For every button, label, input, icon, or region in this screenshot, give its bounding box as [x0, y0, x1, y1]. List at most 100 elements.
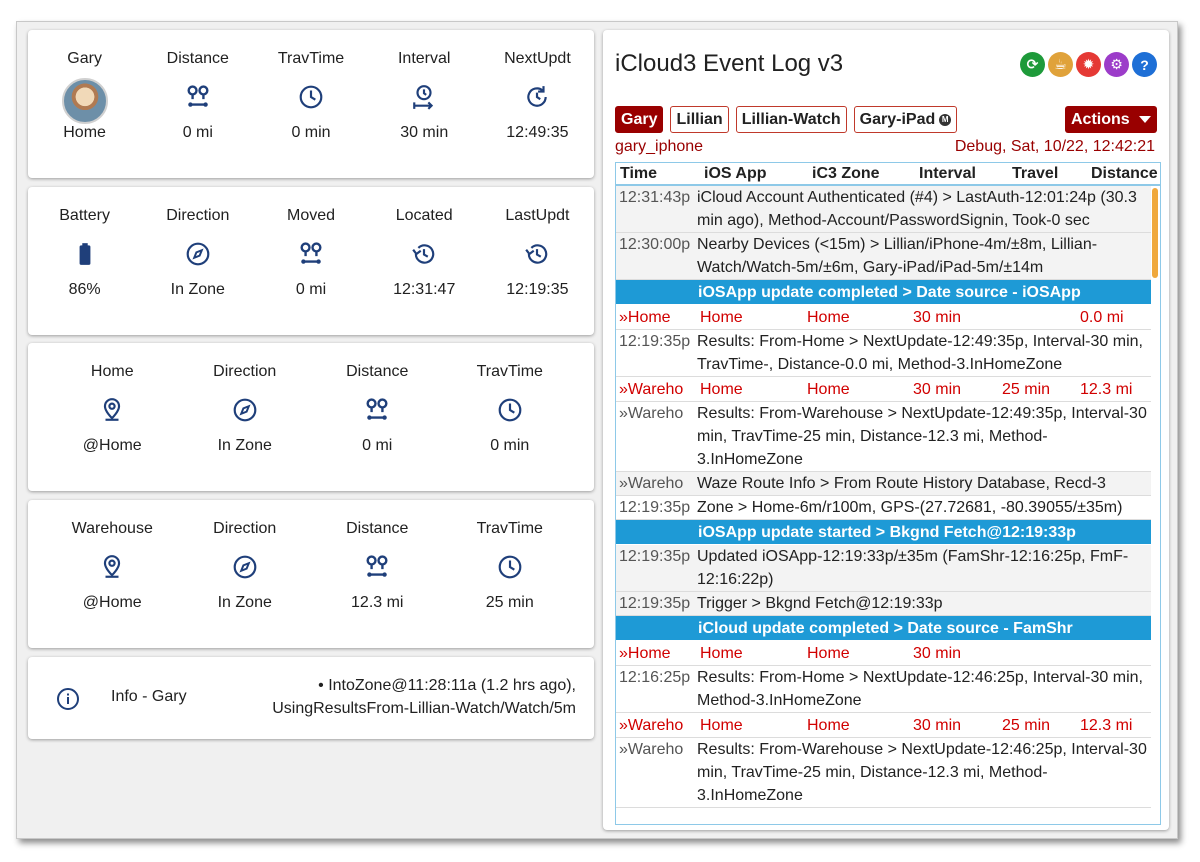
bug-icon[interactable]: ✹ — [1076, 52, 1101, 77]
tracking-cell[interactable]: Home @Home — [46, 343, 179, 491]
tracking-cell[interactable]: TravTime 25 min — [444, 500, 577, 648]
log-tracking-row: »Wareho Home Home 30 min 25 min 12.3 mi — [616, 713, 1151, 738]
log-time: 12:30:00p — [619, 236, 691, 253]
compass-icon — [175, 239, 221, 269]
cell-value: In Zone — [217, 594, 272, 611]
track-interval: 30 min — [913, 645, 962, 662]
log-tracking-row: »Home Home Home 30 min 0.0 mi — [616, 305, 1151, 330]
monitor-badge-icon: M — [939, 113, 952, 126]
cell-value: 0 min — [291, 124, 331, 141]
device-button-gary-ipad[interactable]: Gary-iPad M — [853, 106, 958, 133]
tracking-cell[interactable]: NextUpdt 12:49:35 — [481, 30, 594, 178]
tracking-cell[interactable]: TravTime 0 min — [444, 343, 577, 491]
track-interval: 30 min — [913, 309, 962, 326]
cell-value: Home — [63, 124, 106, 141]
tracking-cell[interactable]: Distance 0 mi — [311, 343, 444, 491]
cell-value: In Zone — [217, 437, 272, 454]
cell-value: 12:49:35 — [506, 124, 569, 141]
tracking-cell[interactable]: Distance 12.3 mi — [311, 500, 444, 648]
coffee-icon[interactable]: ☕ — [1048, 52, 1073, 77]
log-time: 12:19:35p — [619, 499, 691, 516]
tracking-cell[interactable]: Direction In Zone — [141, 187, 254, 335]
help-icon[interactable]: ? — [1132, 52, 1157, 77]
track-travel: 25 min — [1002, 381, 1051, 398]
cell-title: Moved — [286, 207, 336, 224]
log-message-row: 12:31:43p iCloud Account Authenticated (#… — [616, 186, 1151, 233]
track-ic3: Home — [807, 381, 850, 398]
cell-value: 86% — [68, 281, 101, 298]
chevron-down-icon — [1139, 116, 1151, 123]
log-message: Updated iOSApp-12:19:33p/±35m (FamShr-12… — [697, 548, 1129, 588]
cell-value: @Home — [82, 594, 142, 611]
device-button-lillian[interactable]: Lillian — [670, 106, 729, 133]
tracking-cell[interactable]: Battery 86% — [28, 187, 141, 335]
map-marker-icon — [89, 552, 135, 582]
info-label: Info - Gary — [111, 688, 187, 705]
log-banner-row: iOSApp update started > Bkgnd Fetch@12:1… — [616, 520, 1151, 545]
tracking-cell[interactable]: TravTime 0 min — [254, 30, 367, 178]
log-time: 12:19:35p — [619, 333, 691, 350]
track-distance: 12.3 mi — [1080, 381, 1133, 398]
log-time: 12:19:35p — [619, 595, 691, 612]
log-message: Results: From-Home > NextUpdate-12:49:35… — [697, 333, 1143, 373]
tracking-cell[interactable]: Moved 0 mi — [254, 187, 367, 335]
device-buttons: Gary Lillian Lillian-Watch Gary-iPad M — [615, 106, 958, 133]
app-frame: Gary Home Distance 0 mi TravTime 0 min Interva… — [16, 21, 1178, 839]
debug-status: Debug, Sat, 10/22, 12:42:21 — [954, 138, 1155, 155]
track-ios: Home — [700, 381, 743, 398]
tracking-cell[interactable]: Distance 0 mi — [141, 30, 254, 178]
battery-icon — [62, 239, 108, 269]
log-message-row: 12:19:35p Trigger > Bkgnd Fetch@12:19:33p — [616, 592, 1151, 616]
cell-title: Distance — [346, 520, 409, 537]
tracking-cell[interactable]: LastUpdt 12:19:35 — [481, 187, 594, 335]
log-message: Trigger > Bkgnd Fetch@12:19:33p — [697, 595, 943, 612]
map-marker-icon — [89, 395, 135, 425]
track-ic3: Home — [807, 717, 850, 734]
cell-title: Located — [395, 207, 453, 224]
cell-title: LastUpdt — [505, 207, 570, 224]
log-message-row: »Wareho Results: From-Warehouse > NextUpd… — [616, 402, 1151, 472]
tracking-cell[interactable]: Direction In Zone — [179, 343, 312, 491]
cell-title: NextUpdt — [504, 50, 571, 67]
log-message-row: 12:19:35p Results: From-Home > NextUpdate… — [616, 330, 1151, 377]
log-tracking-row: »Wareho Home Home 30 min 25 min 12.3 mi — [616, 377, 1151, 402]
distance-icon — [288, 239, 334, 269]
tracking-cell[interactable]: Direction In Zone — [179, 500, 312, 648]
cell-title: Distance — [166, 50, 229, 67]
cell-title: Direction — [166, 207, 230, 224]
info-icon[interactable] — [56, 687, 80, 716]
log-tracking-row: »Home Home Home 30 min — [616, 641, 1151, 666]
log-message: Results: From-Home > NextUpdate-12:46:25… — [697, 669, 1143, 709]
device-button-lillian-watch[interactable]: Lillian-Watch — [735, 106, 847, 133]
col-travel: Travel — [1012, 165, 1059, 182]
settings-icon[interactable]: ⚙ — [1104, 52, 1129, 77]
cell-title: Home — [90, 363, 134, 380]
log-table-header: Time iOS App iC3 Zone Interval Travel Di… — [615, 162, 1161, 185]
device-name: gary_iphone — [615, 138, 704, 155]
log-banner-row: iCloud update completed > Date source - … — [616, 616, 1151, 641]
refresh-clock-icon — [514, 82, 560, 112]
tracking-cell[interactable]: Gary Home — [28, 30, 141, 178]
device-button-gary[interactable]: Gary — [615, 106, 664, 133]
log-message: Waze Route Info > From Route History Dat… — [697, 475, 1106, 492]
tracking-cell[interactable]: Located 12:31:47 — [368, 187, 481, 335]
event-log-panel: iCloud3 Event Log v3 ⟳ ☕ ✹ ⚙ ? Gary Lill… — [603, 30, 1169, 830]
clock-icon — [487, 395, 533, 425]
log-time: »Wareho — [619, 475, 684, 492]
cell-value: 0 min — [490, 437, 530, 454]
scrollbar[interactable] — [1152, 188, 1158, 278]
cell-value: In Zone — [170, 281, 225, 298]
track-zone: »Wareho — [619, 717, 684, 734]
actions-dropdown[interactable]: Actions — [1065, 106, 1157, 133]
track-distance: 0.0 mi — [1080, 309, 1124, 326]
tracking-cell[interactable]: Interval 30 min — [368, 30, 481, 178]
cell-value: 12.3 mi — [351, 594, 404, 611]
cell-value: 0 mi — [362, 437, 393, 454]
log-body[interactable]: 12:31:43p iCloud Account Authenticated (#… — [615, 185, 1161, 825]
cell-value: 0 mi — [295, 281, 327, 298]
info-text-line2: UsingResultsFrom-Lillian-Watch/Watch/5m — [272, 700, 576, 717]
refresh-icon[interactable]: ⟳ — [1020, 52, 1045, 77]
cell-value: 0 mi — [182, 124, 213, 141]
track-interval: 30 min — [913, 717, 962, 734]
tracking-cell[interactable]: Warehouse @Home — [46, 500, 179, 648]
